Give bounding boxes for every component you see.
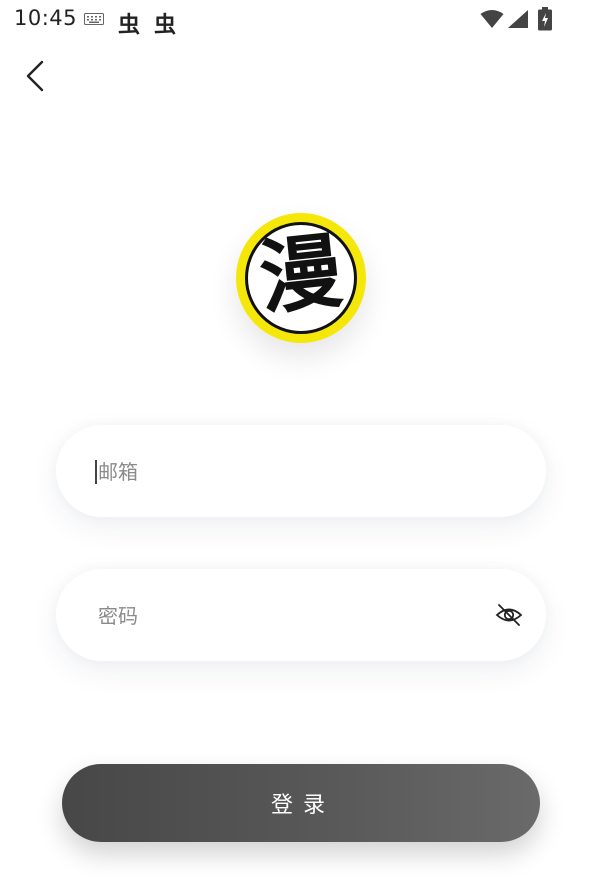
back-button[interactable] <box>18 56 58 96</box>
text-cursor <box>95 460 97 484</box>
status-time: 10:45 <box>14 6 78 30</box>
notification-bug-icon: 虫 <box>118 13 141 38</box>
logo-badge: 漫 <box>245 222 357 334</box>
password-field[interactable] <box>56 569 546 661</box>
battery-charging-icon <box>538 7 552 31</box>
email-field[interactable] <box>56 425 546 517</box>
wifi-icon <box>480 10 504 28</box>
notification-bug-icon: 虫 <box>154 13 177 38</box>
status-bar: 10:45 虫 虫 <box>0 0 600 40</box>
email-input[interactable] <box>96 451 480 493</box>
signal-icon <box>508 10 528 28</box>
logo-text: 漫 <box>254 223 347 328</box>
password-input[interactable] <box>96 595 480 637</box>
app-logo: 漫 <box>236 213 366 343</box>
eye-off-icon[interactable] <box>494 600 524 630</box>
login-button[interactable]: 登录 <box>62 764 540 842</box>
login-screen: 10:45 虫 虫 漫 邮箱 登录 <box>0 0 600 883</box>
keyboard-icon <box>84 13 104 25</box>
